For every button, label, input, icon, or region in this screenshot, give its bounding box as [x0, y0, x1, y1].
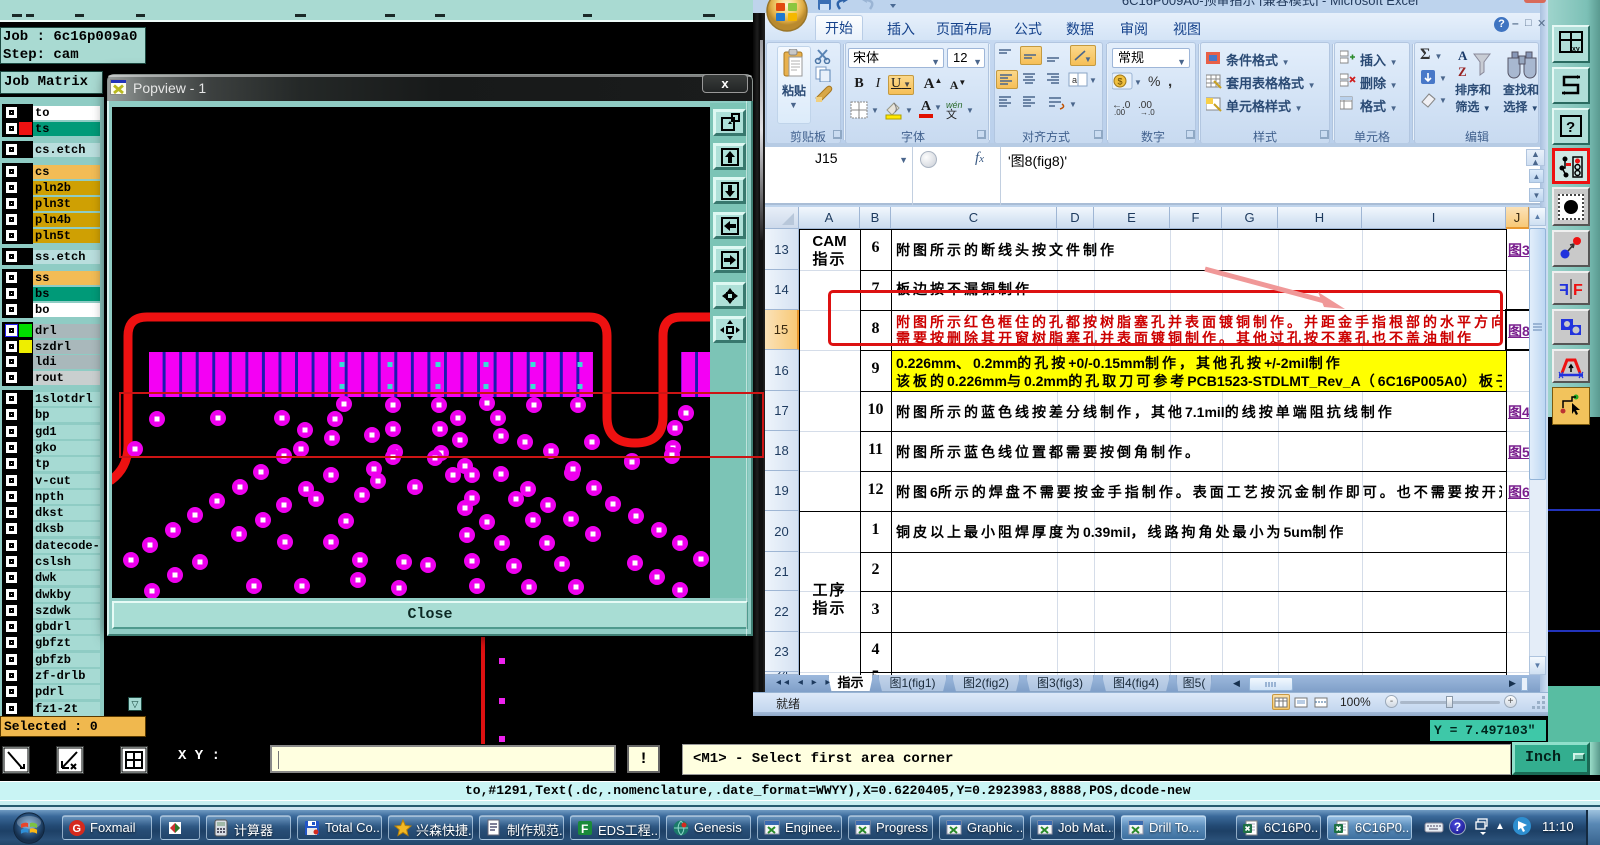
svg-text:▼: ▼: [871, 106, 879, 115]
svg-text:▼: ▼: [1439, 74, 1447, 83]
svg-text:F: F: [1559, 282, 1569, 299]
svg-text:▼: ▼: [905, 106, 913, 115]
svg-text:Z: Z: [1458, 64, 1467, 79]
svg-text:文: 文: [946, 107, 957, 120]
svg-text:xy: xy: [1572, 46, 1580, 53]
svg-text:→.0: →.0: [1140, 108, 1155, 116]
svg-text:▼: ▼: [1439, 96, 1447, 105]
svg-text:F: F: [1573, 282, 1583, 299]
svg-text:▼: ▼: [1134, 78, 1142, 87]
svg-text:G: G: [73, 823, 82, 835]
svg-text:F: F: [581, 822, 588, 836]
svg-text:$: $: [1118, 77, 1123, 87]
svg-text:▼: ▼: [1069, 100, 1077, 109]
svg-text:▼: ▼: [1089, 76, 1097, 85]
svg-text:▼: ▼: [966, 106, 974, 115]
svg-text:A: A: [1458, 48, 1468, 63]
svg-text:?: ?: [1566, 119, 1575, 136]
svg-text:▼: ▼: [1084, 55, 1092, 64]
svg-text:,: ,: [1168, 73, 1172, 90]
svg-text:%: %: [1148, 73, 1160, 89]
svg-text:.00: .00: [1114, 108, 1126, 116]
svg-text:a: a: [1072, 75, 1077, 85]
